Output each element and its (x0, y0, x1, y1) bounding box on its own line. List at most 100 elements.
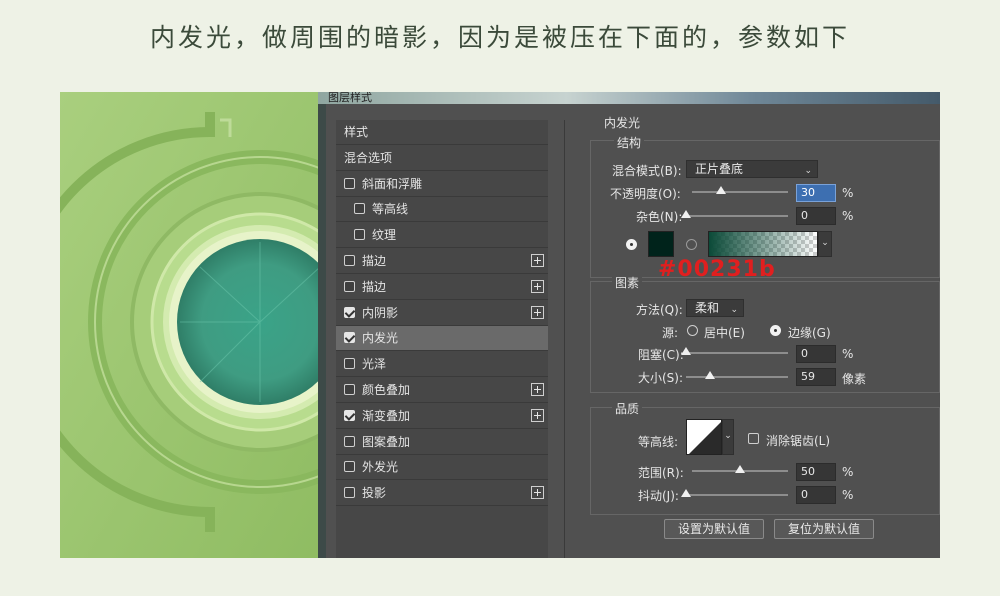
size-label: 大小(S): (638, 371, 684, 385)
blend-mode-label: 混合模式(B): (612, 164, 682, 178)
style-list-item[interactable]: 描边 (336, 275, 548, 300)
style-label: 投影 (362, 486, 387, 501)
style-label: 颜色叠加 (362, 383, 411, 397)
blend-mode-select[interactable]: 正片叠底 ⌄ (686, 160, 818, 178)
jitter-slider-thumb[interactable] (681, 489, 691, 497)
noise-slider[interactable] (681, 210, 788, 218)
style-checkbox[interactable] (344, 487, 355, 499)
chevron-down-icon: ⌄ (804, 166, 812, 176)
layer-style-dialog: 图层样式 样式 混合选项 斜面和浮雕 等高线 纹理 描边 描边 内阴影 内发光 光泽 颜色叠加 渐变叠… (318, 92, 940, 558)
dialog-titlebar: 图层样式 (318, 92, 940, 104)
jitter-slider[interactable] (681, 489, 788, 497)
contour-curve-icon (689, 422, 721, 454)
antialias-checkbox[interactable] (748, 433, 759, 444)
style-list-item[interactable]: 内发光 (336, 326, 548, 352)
style-list-item[interactable]: 混合选项 (336, 146, 548, 171)
hex-annotation: #00231b (658, 257, 776, 282)
caption: 内发光，做周围的暗影，因为是被压在下面的，参数如下 (149, 23, 850, 52)
opacity-label: 不透明度(O): (610, 187, 681, 201)
jitter-input[interactable]: 0 (796, 486, 836, 504)
make-default-button[interactable]: 设置为默认值 (664, 519, 764, 539)
source-label: 源: (662, 326, 679, 340)
solid-color-radio[interactable] (626, 239, 637, 250)
range-slider[interactable] (692, 465, 788, 473)
dialog-edge (318, 104, 326, 558)
choke-slider[interactable] (681, 347, 788, 355)
style-list-item[interactable]: 图案叠加 (336, 430, 548, 455)
style-checkbox[interactable] (354, 203, 365, 215)
style-checkbox[interactable] (344, 306, 355, 318)
dial-artwork (60, 92, 322, 558)
add-icon[interactable] (531, 254, 544, 267)
style-checkbox[interactable] (344, 461, 355, 473)
gradient-dropdown[interactable]: ⌄ (818, 231, 832, 257)
technique-select[interactable]: 柔和 ⌄ (686, 299, 744, 317)
add-icon[interactable] (531, 486, 544, 500)
artwork-preview (60, 92, 322, 558)
style-list-item[interactable]: 投影 (336, 481, 548, 507)
source-center-label: 居中(E) (704, 326, 745, 340)
opacity-slider[interactable] (692, 186, 788, 194)
choke-slider-thumb[interactable] (681, 347, 691, 355)
style-label: 斜面和浮雕 (362, 176, 423, 191)
noise-percent: % (842, 209, 854, 223)
style-checkbox[interactable] (344, 409, 355, 421)
style-label: 描边 (362, 279, 387, 294)
style-list-item[interactable]: 等高线 (336, 197, 548, 223)
range-slider-thumb[interactable] (735, 465, 745, 473)
elements-title: 图素 (612, 274, 643, 291)
chevron-down-icon: ⌄ (730, 305, 738, 315)
style-list-item[interactable]: 斜面和浮雕 (336, 172, 548, 197)
size-slider[interactable] (686, 371, 788, 379)
opacity-slider-thumb[interactable] (715, 186, 726, 194)
style-list-item[interactable]: 纹理 (336, 223, 548, 249)
quality-title: 品质 (612, 400, 643, 417)
style-list-item[interactable]: 外发光 (336, 455, 548, 481)
gradient-radio[interactable] (686, 239, 697, 250)
style-checkbox[interactable] (344, 435, 355, 447)
style-list-item[interactable]: 描边 (336, 249, 548, 274)
size-slider-thumb[interactable] (705, 371, 716, 379)
source-edge-radio[interactable] (770, 325, 781, 336)
glow-color-swatch[interactable] (648, 231, 674, 257)
style-checkbox[interactable] (344, 384, 355, 395)
contour-dropdown[interactable]: ⌄ (722, 419, 734, 455)
add-icon[interactable] (531, 305, 544, 319)
opacity-input[interactable]: 30 (796, 184, 836, 202)
noise-label: 杂色(N): (636, 210, 683, 224)
choke-input[interactable]: 0 (796, 345, 836, 363)
style-checkbox[interactable] (344, 358, 355, 370)
style-label: 光泽 (362, 357, 387, 372)
add-icon[interactable] (531, 383, 544, 396)
noise-input[interactable]: 0 (796, 207, 836, 225)
reset-default-button[interactable]: 复位为默认值 (774, 519, 874, 539)
choke-percent: % (842, 347, 854, 361)
style-list-item[interactable]: 渐变叠加 (336, 404, 548, 429)
add-icon[interactable] (531, 279, 544, 293)
style-list-item[interactable]: 光泽 (336, 352, 548, 378)
style-checkbox[interactable] (354, 229, 365, 241)
panel-divider (564, 120, 565, 558)
add-icon[interactable] (531, 408, 544, 422)
style-list-item[interactable]: 内阴影 (336, 301, 548, 326)
range-percent: % (842, 465, 854, 479)
style-checkbox[interactable] (344, 255, 355, 266)
style-list-item[interactable]: 样式 (336, 120, 548, 145)
dialog-title: 图层样式 (328, 92, 372, 104)
antialias-label: 消除锯齿(L) (766, 434, 831, 448)
style-label: 描边 (362, 254, 387, 268)
style-checkbox[interactable] (344, 332, 355, 344)
style-label: 混合选项 (344, 150, 393, 165)
style-checkbox[interactable] (344, 177, 355, 189)
style-list-item[interactable]: 颜色叠加 (336, 378, 548, 403)
noise-slider-thumb[interactable] (681, 210, 691, 218)
contour-preview[interactable] (686, 419, 722, 455)
size-input[interactable]: 59 (796, 368, 836, 386)
range-input[interactable]: 50 (796, 463, 836, 481)
style-checkbox[interactable] (344, 280, 355, 292)
jitter-label: 抖动(J): (638, 489, 679, 503)
chevron-down-icon: ⌄ (724, 431, 732, 441)
range-label: 范围(R): (638, 466, 684, 480)
gradient-preview[interactable] (708, 231, 818, 257)
source-center-radio[interactable] (687, 325, 698, 336)
